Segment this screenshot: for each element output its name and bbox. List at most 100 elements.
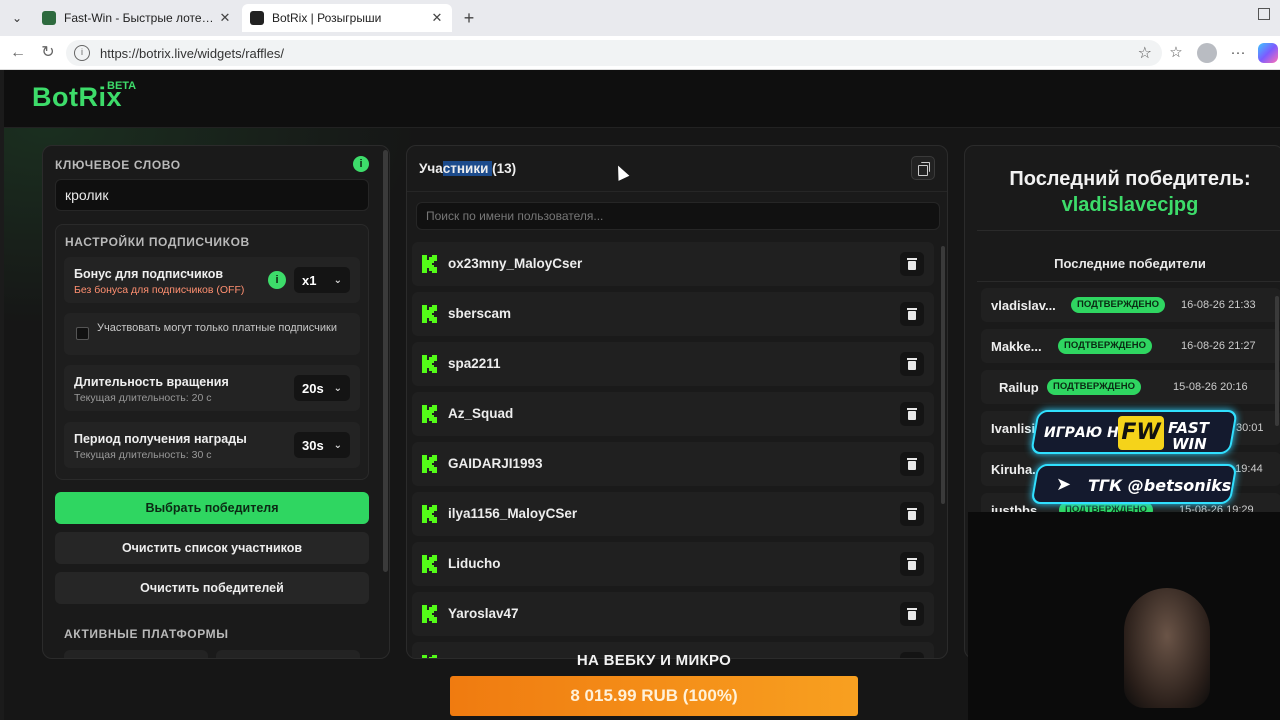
trash-icon[interactable] bbox=[900, 652, 924, 658]
profile-icon[interactable] bbox=[1197, 43, 1217, 63]
participant-row: Liducho bbox=[412, 542, 934, 586]
participant-search-input[interactable]: Поиск по имени пользователя... bbox=[416, 202, 940, 230]
clear-winners-button[interactable]: Очистить победителей bbox=[55, 572, 369, 604]
paid-only-checkbox[interactable] bbox=[76, 327, 89, 340]
site-info-icon[interactable]: i bbox=[74, 45, 90, 61]
trash-icon[interactable] bbox=[900, 302, 924, 326]
kick-logo-icon bbox=[422, 555, 437, 573]
kick-logo-icon bbox=[422, 255, 437, 273]
tab-actions-chevron-icon[interactable]: ⌄ bbox=[6, 8, 28, 28]
trash-icon[interactable] bbox=[900, 452, 924, 476]
spin-duration-select[interactable]: 20s ⌄ bbox=[294, 375, 350, 401]
url-text: https://botrix.live/widgets/raffles/ bbox=[100, 45, 285, 61]
participants-header: Участники (13) bbox=[407, 146, 947, 192]
last-winner-name: vladislavecjpg bbox=[1061, 194, 1199, 216]
participant-name: Yaroslav47 bbox=[448, 606, 519, 621]
streamer-image bbox=[1124, 588, 1210, 708]
beta-badge: BETA bbox=[107, 80, 137, 92]
participant-row: sberscam bbox=[412, 292, 934, 336]
participant-name: ilya1156_MaloyCSer bbox=[448, 506, 578, 521]
app-header: BotRix BETA bbox=[4, 70, 1280, 128]
claim-period-value: 30s bbox=[302, 437, 324, 453]
status-badge: ПОДТВЕРЖДЕНО bbox=[1047, 379, 1142, 395]
url-field[interactable]: i https://botrix.live/widgets/raffles/ ☆ bbox=[66, 40, 1162, 66]
claim-period-select[interactable]: 30s ⌄ bbox=[294, 432, 350, 458]
claim-period-row: Период получения награды Текущая длитель… bbox=[64, 422, 360, 468]
clear-participants-button[interactable]: Очистить список участников bbox=[55, 532, 369, 564]
winner-row: Makke... ПОДТВЕРЖДЕНО 16-08-26 21:27 bbox=[981, 329, 1280, 363]
fastwin-logo: FW bbox=[1118, 416, 1164, 450]
browser-tabbar: ⌄ Fast-Win - Быстрые лотереи! Ком ✕ BotR… bbox=[0, 0, 1280, 36]
trash-icon[interactable] bbox=[900, 352, 924, 376]
kick-logo-icon bbox=[422, 405, 437, 423]
banner-brand-win: WIN bbox=[1172, 435, 1207, 453]
bookmark-star-icon[interactable]: ☆ bbox=[1138, 43, 1152, 63]
bonus-info-icon[interactable]: i bbox=[268, 271, 286, 289]
new-tab-plus-icon[interactable]: + bbox=[458, 7, 480, 29]
participant-name: spa2211 bbox=[448, 356, 501, 371]
tab-botrix[interactable]: BotRix | Розыгрыши ✕ bbox=[242, 4, 452, 32]
fastwin-favicon-icon bbox=[42, 11, 56, 25]
status-badge: ПОДТВЕРЖДЕНО bbox=[1071, 297, 1166, 313]
platform-toggle[interactable] bbox=[64, 650, 208, 658]
platforms-title: АКТИВНЫЕ ПЛАТФОРМЫ bbox=[64, 627, 229, 641]
pick-winner-button[interactable]: Выбрать победителя bbox=[55, 492, 369, 524]
settings-scrollbar[interactable] bbox=[383, 150, 388, 572]
kick-logo-icon bbox=[422, 455, 437, 473]
copilot-icon[interactable] bbox=[1258, 43, 1278, 63]
tab-close-icon[interactable]: ✕ bbox=[430, 10, 444, 26]
donation-goal-title: НА ВЕБКУ И МИКРО bbox=[576, 652, 732, 669]
last-winner-title: Последний победитель: bbox=[1009, 168, 1251, 190]
spin-duration-subtitle: Текущая длительность: 20 с bbox=[74, 392, 212, 404]
more-options-icon[interactable]: ··· bbox=[1228, 43, 1248, 63]
platform-toggle[interactable] bbox=[216, 650, 360, 658]
telegram-channel-text: ТГК @betsoniks bbox=[1088, 476, 1232, 495]
winner-row: Railup ПОДТВЕРЖДЕНО 15-08-26 20:16 bbox=[981, 370, 1280, 404]
winner-name: Makke... bbox=[991, 339, 1042, 354]
kick-logo-icon bbox=[422, 655, 437, 658]
browser-addressbar: ← ↻ i https://botrix.live/widgets/raffle… bbox=[0, 36, 1280, 70]
tab-title: Fast-Win - Быстрые лотереи! Ком bbox=[64, 11, 218, 25]
chevron-down-icon: ⌄ bbox=[333, 439, 342, 451]
keyword-input[interactable]: кролик bbox=[55, 179, 369, 211]
participant-name: ox23mny_MaloyCser bbox=[448, 256, 583, 271]
bonus-select-value: x1 bbox=[302, 272, 317, 288]
trash-icon[interactable] bbox=[900, 402, 924, 426]
kick-logo-icon bbox=[422, 355, 437, 373]
spin-duration-title: Длительность вращения bbox=[74, 375, 229, 389]
winner-name: vladislav... bbox=[991, 298, 1056, 313]
favorites-icon[interactable]: ☆ bbox=[1166, 43, 1186, 63]
chevron-down-icon: ⌄ bbox=[333, 274, 342, 286]
keyword-info-icon[interactable]: i bbox=[353, 156, 369, 172]
trash-icon[interactable] bbox=[900, 502, 924, 526]
participants-scrollbar[interactable] bbox=[941, 246, 945, 504]
participant-name: sberscam bbox=[448, 306, 512, 321]
participant-row: GAIDARJI1993 bbox=[412, 442, 934, 486]
trash-icon[interactable] bbox=[900, 552, 924, 576]
reload-icon[interactable]: ↻ bbox=[38, 43, 58, 63]
participant-row: ox23mny_MaloyCser bbox=[412, 242, 934, 286]
winner-date: 15-08-26 20:16 bbox=[1173, 381, 1248, 393]
kick-logo-icon bbox=[422, 605, 437, 623]
bonus-select[interactable]: x1 ⌄ bbox=[294, 267, 350, 293]
bonus-title: Бонус для подписчиков bbox=[74, 267, 224, 281]
subscriber-settings-title: НАСТРОЙКИ ПОДПИСЧИКОВ bbox=[65, 235, 250, 249]
trash-icon[interactable] bbox=[900, 602, 924, 626]
banner-play-text: ИГРАЮ НА bbox=[1044, 425, 1130, 441]
paid-only-row[interactable]: Участвовать могут только платные подписч… bbox=[64, 313, 360, 355]
back-arrow-icon[interactable]: ← bbox=[8, 43, 28, 63]
participant-name: GAIDARJI1993 bbox=[448, 456, 543, 471]
winner-date: 16-08-26 21:33 bbox=[1181, 299, 1256, 311]
claim-period-subtitle: Текущая длительность: 30 с bbox=[74, 449, 212, 461]
participant-row: spa2211 bbox=[412, 342, 934, 386]
trash-icon[interactable] bbox=[900, 252, 924, 276]
kick-logo-icon bbox=[422, 505, 437, 523]
copy-icon[interactable] bbox=[911, 156, 935, 180]
winners-scrollbar[interactable] bbox=[1275, 296, 1279, 426]
divider bbox=[977, 281, 1280, 282]
tab-close-icon[interactable]: ✕ bbox=[218, 10, 232, 26]
telegram-plane-icon: ➤ bbox=[1056, 474, 1072, 495]
tab-fastwin[interactable]: Fast-Win - Быстрые лотереи! Ком ✕ bbox=[34, 4, 240, 32]
spin-duration-row: Длительность вращения Текущая длительнос… bbox=[64, 365, 360, 411]
window-restore-icon[interactable] bbox=[1258, 8, 1270, 20]
